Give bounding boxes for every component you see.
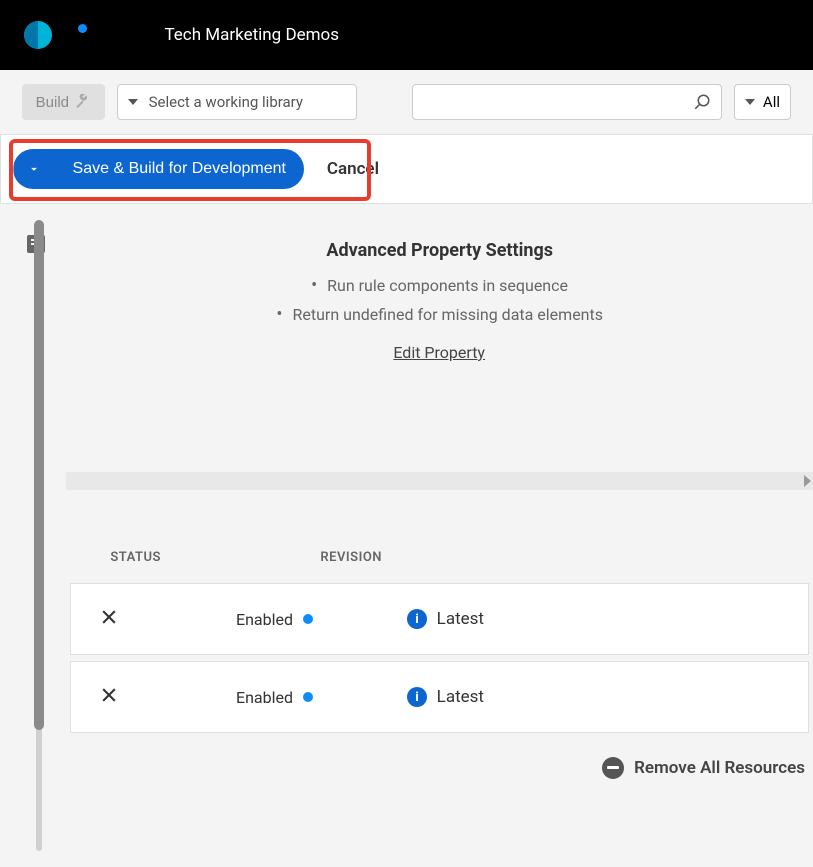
toolbar: Build Select a working library All <box>0 70 813 134</box>
resources-table: STATUS REVISION Enabled i Latest <box>66 550 813 797</box>
status-dot-icon <box>303 692 313 702</box>
status-text: Enabled <box>236 688 293 707</box>
section-divider[interactable] <box>66 472 813 490</box>
build-label: Build <box>36 94 69 111</box>
status-header: STATUS <box>110 550 161 565</box>
search-input[interactable] <box>423 94 693 111</box>
top-header: ? Tech Marketing Demos <box>0 0 813 70</box>
save-build-dropdown[interactable] <box>13 149 55 189</box>
info-icon[interactable]: i <box>407 609 427 629</box>
save-build-button[interactable]: Save & Build for Development <box>13 149 304 189</box>
remove-all-button[interactable]: Remove All Resources <box>70 739 809 797</box>
chevron-down-icon <box>28 162 42 176</box>
avatar-icon[interactable] <box>24 21 52 49</box>
chevron-down-icon <box>745 99 755 105</box>
cancel-button[interactable]: Cancel <box>326 159 378 179</box>
advanced-settings: Advanced Property Settings Run rule comp… <box>66 220 813 392</box>
revision-cell: i Latest <box>407 687 484 707</box>
build-button: Build <box>22 84 105 120</box>
advanced-list: Run rule components in sequence Return u… <box>66 275 813 325</box>
info-icon[interactable]: i <box>407 687 427 707</box>
remove-row-button[interactable] <box>99 685 119 709</box>
advanced-item: Run rule components in sequence <box>311 275 568 296</box>
revision-text: Latest <box>437 609 484 629</box>
table-row[interactable]: Enabled i Latest <box>70 661 809 733</box>
revision-cell: i Latest <box>407 609 484 629</box>
search-box[interactable] <box>412 84 722 120</box>
status-cell: Enabled <box>163 610 313 629</box>
table-headers: STATUS REVISION <box>70 550 809 583</box>
edit-property-link[interactable]: Edit Property <box>394 343 486 362</box>
scroll-thumb[interactable] <box>34 220 44 730</box>
action-bar: Save & Build for Development Cancel <box>0 134 813 204</box>
main-scroll: Advanced Property Settings Run rule comp… <box>48 220 813 851</box>
build-icon <box>75 94 91 110</box>
close-icon <box>99 685 119 705</box>
chevron-down-icon <box>128 99 138 105</box>
library-placeholder: Select a working library <box>148 93 302 111</box>
scrollbar[interactable] <box>30 220 48 851</box>
status-text: Enabled <box>236 610 293 629</box>
advanced-title: Advanced Property Settings <box>326 240 553 261</box>
filter-select[interactable]: All <box>734 84 791 120</box>
remove-row-button[interactable] <box>99 607 119 631</box>
search-icon <box>693 93 711 111</box>
revision-text: Latest <box>437 687 484 707</box>
library-select[interactable]: Select a working library <box>117 84 357 120</box>
minus-circle-icon <box>602 757 624 779</box>
close-icon <box>99 607 119 627</box>
filter-label: All <box>763 93 780 111</box>
status-cell: Enabled <box>163 688 313 707</box>
status-dot-icon <box>303 614 313 624</box>
revision-header: REVISION <box>321 550 383 565</box>
remove-all-label: Remove All Resources <box>634 758 805 778</box>
content-area: Advanced Property Settings Run rule comp… <box>0 204 813 867</box>
save-build-label: Save & Build for Development <box>55 160 304 178</box>
advanced-item: Return undefined for missing data elemen… <box>276 304 603 325</box>
table-row[interactable]: Enabled i Latest <box>70 583 809 655</box>
notification-dot <box>78 24 87 33</box>
tenant-name[interactable]: Tech Marketing Demos <box>164 25 339 45</box>
